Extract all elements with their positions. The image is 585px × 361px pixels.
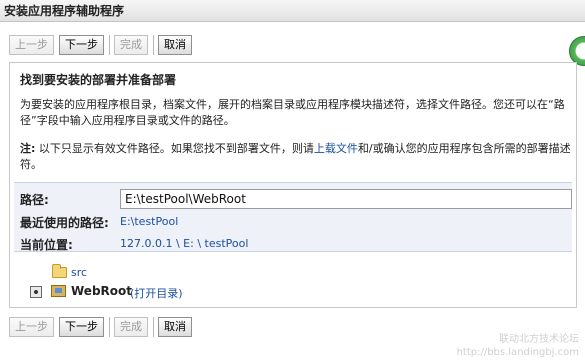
toolbar-separator bbox=[109, 35, 110, 55]
note-prefix: 注: bbox=[20, 142, 36, 155]
cancel-button[interactable]: 取消 bbox=[158, 317, 192, 337]
path-info-box: 路径: 最近使用的路径: E:\testPool 当前位置: 127.0.0.1… bbox=[14, 182, 572, 252]
toolbar-separator bbox=[153, 35, 154, 55]
finish-button[interactable]: 完成 bbox=[114, 317, 148, 337]
tree-item-webroot: WebRoot bbox=[71, 284, 133, 298]
top-button-bar: 上一步 下一步 完成 取消 bbox=[9, 35, 197, 55]
panel-heading: 找到要安装的部署并准备部署 bbox=[20, 73, 177, 87]
current-location-label: 当前位置: bbox=[20, 238, 73, 252]
watermark: 联动北方技术论坛 http://bbs.landingbj.com bbox=[457, 333, 579, 359]
recent-path-label: 最近使用的路径: bbox=[20, 216, 109, 230]
watermark-line2: http://bbs.landingbj.com bbox=[456, 347, 579, 358]
note-text: 注: 以下只显示有效文件路径。如果您找不到部署文件，则请上载文件和/或确认您的应… bbox=[20, 141, 572, 173]
instructions-text: 为要安装的应用程序根目录，档案文件，展开的档案目录或应用程序模块描述符，选择文件… bbox=[20, 98, 565, 127]
content-panel: 找到要安装的部署并准备部署 为要安装的应用程序根目录，档案文件，展开的档案目录或… bbox=[9, 62, 577, 308]
web-application-icon bbox=[51, 285, 66, 297]
next-button[interactable]: 下一步 bbox=[59, 35, 104, 55]
path-input[interactable] bbox=[120, 189, 572, 209]
prev-button[interactable]: 上一步 bbox=[9, 317, 54, 337]
window-title: 安装应用程序辅助程序 bbox=[0, 0, 585, 22]
radio-selected-icon[interactable] bbox=[30, 286, 42, 298]
bottom-button-bar: 上一步 下一步 完成 取消 bbox=[9, 317, 197, 337]
prev-button[interactable]: 上一步 bbox=[9, 35, 54, 55]
note-body: 以下只显示有效文件路径。如果您找不到部署文件，则请 bbox=[35, 142, 314, 155]
toolbar-separator bbox=[153, 317, 154, 337]
cancel-button[interactable]: 取消 bbox=[158, 35, 192, 55]
recent-path-link[interactable]: E:\testPool bbox=[120, 215, 178, 228]
finish-button[interactable]: 完成 bbox=[114, 35, 148, 55]
next-button[interactable]: 下一步 bbox=[59, 317, 104, 337]
folder-icon bbox=[52, 264, 67, 278]
open-directory-link[interactable]: (打开目录) bbox=[130, 285, 183, 301]
upload-file-link[interactable]: 上载文件 bbox=[314, 142, 358, 155]
path-label: 路径: bbox=[20, 193, 49, 207]
watermark-line1: 联动北方技术论坛 bbox=[499, 334, 579, 345]
file-tree: src WebRoot (打开目录) bbox=[14, 261, 572, 303]
tree-item-src[interactable]: src bbox=[71, 266, 87, 279]
toolbar-separator bbox=[109, 317, 110, 337]
current-location-breadcrumb[interactable]: 127.0.0.1 \ E: \ testPool bbox=[120, 237, 248, 250]
